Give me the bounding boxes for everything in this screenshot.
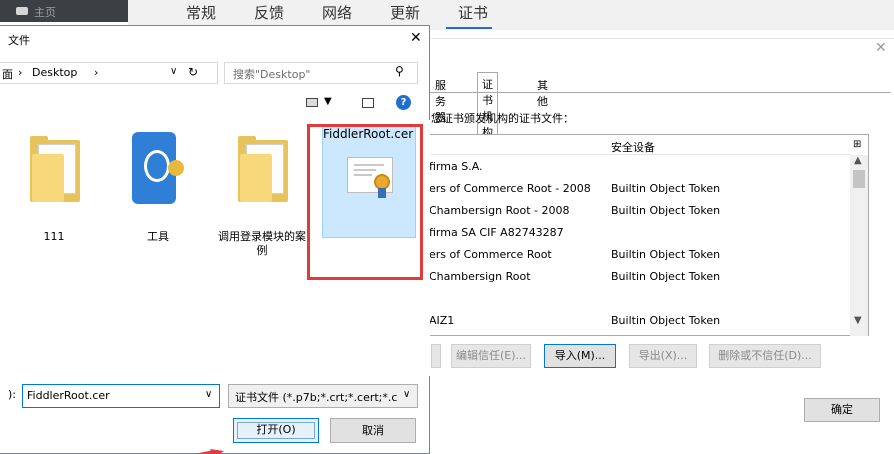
- scroll-down-icon[interactable]: ▼: [854, 315, 862, 326]
- focus-ring: [237, 422, 315, 439]
- tab-general[interactable]: 常规: [186, 2, 216, 23]
- folder-icon: [30, 136, 80, 202]
- tool-folder-icon: [132, 132, 184, 204]
- address-bar[interactable]: 面 › Desktop › ∨ ↻: [0, 62, 218, 84]
- breadcrumb-prefix[interactable]: 面: [2, 66, 13, 82]
- search-icon[interactable]: ⚲: [395, 64, 404, 78]
- breadcrumb-separator[interactable]: ›: [94, 66, 98, 79]
- filename-label: ):: [8, 388, 16, 401]
- cert-name: firma S.A.: [429, 160, 483, 173]
- vertical-scrollbar[interactable]: ▲ ▼: [850, 155, 868, 336]
- list-item[interactable]: 工具: [112, 120, 204, 243]
- folder-icon: [238, 136, 288, 202]
- filename-field[interactable]: FiddlerRoot.cer ∨: [22, 384, 220, 408]
- help-icon[interactable]: ?: [396, 95, 411, 110]
- breadcrumb-separator[interactable]: ›: [18, 66, 22, 79]
- list-item[interactable]: Chambersign Root Builtin Object Token: [429, 267, 849, 287]
- preview-pane-icon[interactable]: [362, 98, 374, 108]
- list-item[interactable]: ers of Commerce Root Builtin Object Token: [429, 245, 849, 265]
- divider: [429, 38, 894, 39]
- close-icon[interactable]: ✕: [410, 30, 422, 46]
- file-label: 工具: [147, 230, 169, 243]
- cancel-button[interactable]: 取消: [330, 418, 416, 443]
- tab-feedback[interactable]: 反馈: [254, 2, 284, 23]
- refresh-icon[interactable]: ↻: [188, 65, 198, 79]
- home-icon: [16, 7, 28, 15]
- column-picker-icon[interactable]: ⊞: [853, 139, 861, 150]
- certificate-list[interactable]: 安全设备 ⊞ firma S.A. ers of Commerce Root -…: [429, 134, 869, 336]
- active-tab-indicator: [446, 27, 492, 29]
- tab-update[interactable]: 更新: [390, 2, 420, 23]
- tab-certificates[interactable]: 证书: [458, 2, 488, 23]
- import-button[interactable]: 导入(M)...: [544, 344, 616, 368]
- cert-name: Chambersign Root: [429, 270, 531, 283]
- view-mode-icon[interactable]: [306, 98, 318, 107]
- cert-name: firma SA CIF A82743287: [429, 226, 564, 239]
- list-item[interactable]: 调用登录模块的案例: [216, 120, 308, 257]
- certificate-manager-dialog: ✕ 服务器 证书机构 其他 您证书颁发机构的证书文件： 安全设备 ⊞ firma…: [428, 30, 894, 454]
- search-placeholder: 搜索"Desktop": [233, 68, 311, 81]
- cert-name: ers of Commerce Root: [429, 248, 552, 261]
- chevron-down-icon[interactable]: ∨: [205, 389, 212, 400]
- list-item[interactable]: AIZ1 Builtin Object Token: [429, 311, 849, 331]
- filetype-value: 证书文件 (*.p7b;*.crt;*.cert;*.c: [235, 391, 398, 404]
- edit-trust-button[interactable]: 编辑信任(E)...: [451, 344, 531, 368]
- export-button[interactable]: 导出(X)...: [629, 344, 697, 368]
- chevron-down-icon[interactable]: ∨: [170, 66, 177, 77]
- list-item[interactable]: Chambersign Root - 2008 Builtin Object To…: [429, 201, 849, 221]
- tab-network[interactable]: 网络: [322, 2, 352, 23]
- view-button-partial[interactable]: [431, 344, 441, 368]
- close-icon[interactable]: ✕: [875, 40, 887, 56]
- ok-button[interactable]: 确定: [804, 398, 880, 422]
- delete-distrust-button[interactable]: 删除或不信任(D)...: [709, 344, 821, 368]
- scroll-thumb[interactable]: [853, 170, 865, 188]
- list-header: 安全设备 ⊞: [429, 135, 861, 155]
- open-button[interactable]: 打开(O): [233, 418, 319, 443]
- divider: [429, 92, 891, 93]
- cert-device: Builtin Object Token: [611, 182, 721, 195]
- red-arrow-icon: [193, 449, 224, 454]
- list-item[interactable]: firma SA CIF A82743287: [429, 223, 849, 243]
- file-label: 111: [43, 230, 65, 243]
- breadcrumb-desktop[interactable]: Desktop: [32, 66, 77, 79]
- list-item[interactable]: ers of Commerce Root - 2008 Builtin Objec…: [429, 179, 849, 199]
- list-item[interactable]: [429, 289, 849, 309]
- chevron-down-icon[interactable]: ∨: [403, 389, 410, 400]
- column-header-security-device[interactable]: 安全设备: [611, 139, 655, 155]
- cert-device: Builtin Object Token: [611, 248, 721, 261]
- dialog-title: 文件: [8, 34, 30, 47]
- list-item[interactable]: firma S.A.: [429, 157, 849, 177]
- sidebar-header: 主页: [0, 0, 128, 22]
- tab-others[interactable]: 其他: [533, 75, 552, 111]
- chevron-down-icon[interactable]: ▼: [324, 96, 332, 107]
- toolbar: ▼ ?: [0, 92, 430, 118]
- scroll-up-icon[interactable]: ▲: [854, 155, 862, 166]
- file-open-dialog: 文件 ✕ 面 › Desktop › ∨ ↻ 搜索"Desktop" ⚲ ▼ ?…: [0, 25, 430, 454]
- cert-device: Builtin Object Token: [611, 204, 721, 217]
- sidebar-label: 主页: [34, 6, 56, 19]
- search-input[interactable]: 搜索"Desktop" ⚲: [224, 62, 418, 84]
- cert-name: AIZ1: [429, 314, 455, 327]
- cert-name: ers of Commerce Root - 2008: [429, 182, 591, 195]
- filename-value: FiddlerRoot.cer: [27, 389, 110, 402]
- filetype-select[interactable]: 证书文件 (*.p7b;*.crt;*.cert;*.c ∨: [228, 384, 418, 408]
- list-item[interactable]: 111: [8, 120, 100, 243]
- highlight-box: [307, 124, 423, 280]
- cert-device: Builtin Object Token: [611, 314, 721, 327]
- cert-device: Builtin Object Token: [611, 270, 721, 283]
- intended-text: 您证书颁发机构的证书文件：: [431, 112, 574, 125]
- file-label: 调用登录模块的案例: [218, 230, 306, 257]
- cert-name: Chambersign Root - 2008: [429, 204, 570, 217]
